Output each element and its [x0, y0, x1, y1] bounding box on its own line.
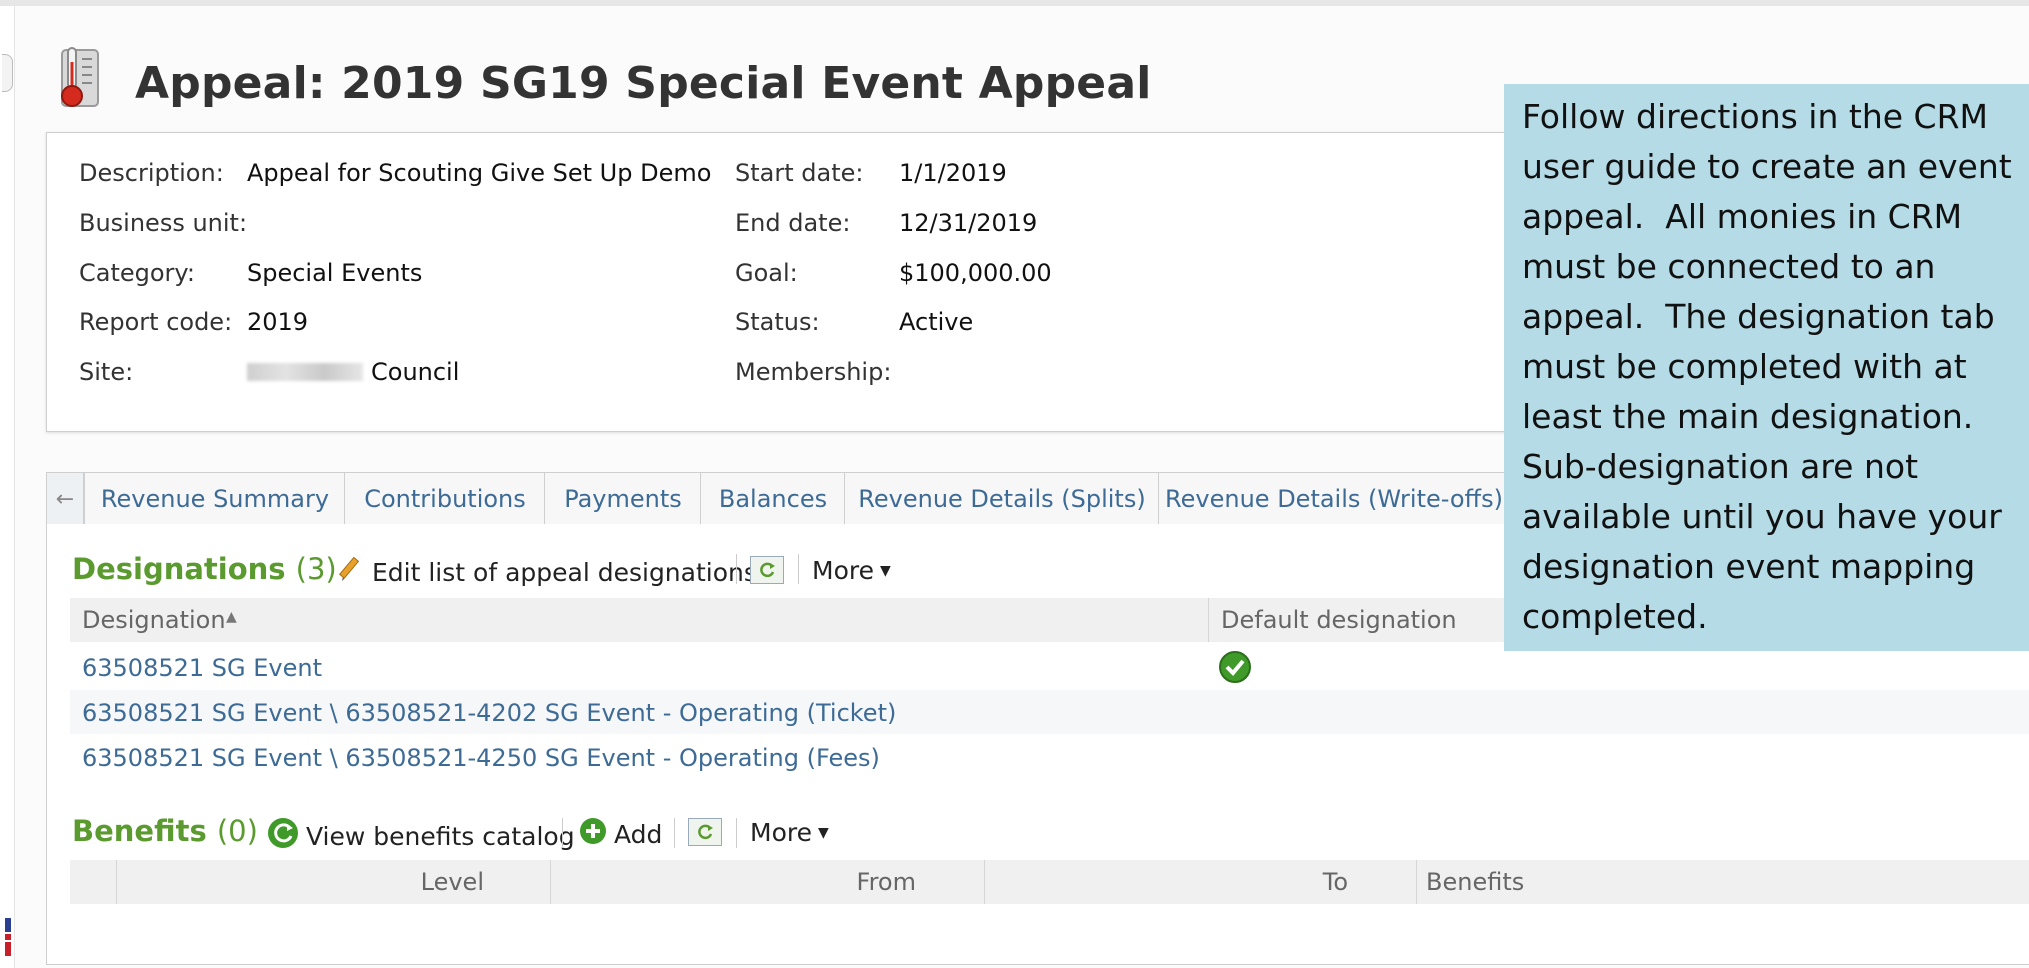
- pencil-icon: [338, 555, 366, 589]
- default-designation-column-label: Default designation: [1221, 606, 1457, 634]
- left-edge: [0, 6, 14, 968]
- category-label: Category:: [79, 259, 195, 287]
- report-code-value: 2019: [247, 308, 309, 336]
- level-column-header[interactable]: Level: [421, 868, 484, 896]
- collapse-handle-icon[interactable]: [2, 54, 13, 92]
- benefits-title-text: Benefits: [72, 814, 207, 848]
- designation-link[interactable]: 63508521 SG Event \ 63508521-4250 SG Eve…: [82, 744, 880, 772]
- edit-designations-button[interactable]: Edit list of appeal designations: [338, 555, 757, 589]
- benefits-more-menu[interactable]: More ▼: [750, 818, 829, 847]
- add-icon: [578, 816, 608, 852]
- business-unit-label: Business unit:: [79, 209, 248, 237]
- catalog-refresh-icon: [266, 816, 300, 856]
- tab-balances[interactable]: Balances: [700, 472, 846, 525]
- site-value-text: Council: [371, 358, 460, 386]
- site-label: Site:: [79, 358, 134, 386]
- instruction-callout: Follow directions in the CRM user guide …: [1504, 84, 2029, 651]
- designations-count: (3): [295, 552, 337, 586]
- edit-designations-label: Edit list of appeal designations: [372, 557, 757, 587]
- table-row[interactable]: 63508521 SG Event: [82, 654, 322, 682]
- tab-revenue-summary[interactable]: Revenue Summary: [84, 472, 346, 525]
- table-row[interactable]: 63508521 SG Event \ 63508521-4202 SG Eve…: [82, 699, 896, 727]
- category-value: Special Events: [247, 259, 423, 287]
- status-label: Status:: [735, 308, 820, 336]
- toolbar-separator: [736, 818, 737, 848]
- designation-column-label: Designation: [82, 606, 226, 634]
- page-title: Appeal: 2019 SG19 Special Event Appeal: [135, 58, 1152, 109]
- column-divider: [984, 860, 985, 904]
- toolbar-separator: [736, 554, 737, 584]
- benefits-more-label: More: [750, 818, 812, 847]
- description-value: Appeal for Scouting Give Set Up Demo: [247, 159, 712, 187]
- view-benefits-catalog-button[interactable]: View benefits catalog: [266, 816, 575, 856]
- designation-column-header[interactable]: Designation ▲: [70, 598, 1208, 642]
- flag-icon: [4, 916, 14, 960]
- start-date-label: Start date:: [735, 159, 864, 187]
- tab-payments[interactable]: Payments: [544, 472, 702, 525]
- report-code-label: Report code:: [79, 308, 233, 336]
- thermometer-icon: [50, 44, 116, 116]
- designations-more-label: More: [812, 556, 874, 585]
- end-date-value: 12/31/2019: [899, 209, 1038, 237]
- benefits-count: (0): [216, 814, 258, 848]
- to-column-header[interactable]: To: [1323, 868, 1348, 896]
- start-date-value: 1/1/2019: [899, 159, 1007, 187]
- toolbar-separator: [562, 818, 563, 848]
- tab-contributions[interactable]: Contributions: [344, 472, 546, 525]
- tab-revenue-details-write-offs[interactable]: Revenue Details (Write-offs): [1158, 472, 1510, 525]
- refresh-icon[interactable]: [688, 818, 722, 846]
- designation-link[interactable]: 63508521 SG Event: [82, 654, 322, 682]
- site-value: Council: [247, 358, 459, 386]
- column-divider: [550, 860, 551, 904]
- toolbar-separator: [674, 818, 675, 848]
- refresh-icon[interactable]: [750, 556, 784, 584]
- description-label: Description:: [79, 159, 224, 187]
- designations-more-menu[interactable]: More ▼: [812, 556, 891, 585]
- redacted-site-name: [247, 363, 363, 381]
- sort-ascending-icon: ▲: [226, 609, 237, 625]
- designations-title-text: Designations: [72, 552, 286, 586]
- benefits-column-header[interactable]: Benefits: [1426, 868, 1524, 896]
- column-divider: [116, 860, 117, 904]
- designations-title: Designations (3): [72, 552, 337, 586]
- caret-down-icon: ▼: [879, 562, 891, 579]
- default-check-icon: [1218, 650, 1252, 688]
- benefits-title: Benefits (0): [72, 814, 258, 848]
- goal-value: $100,000.00: [899, 259, 1052, 287]
- column-divider: [1416, 860, 1417, 904]
- benefits-grid-header: Level From To Benefits: [70, 860, 2029, 904]
- tab-revenue-details-splits[interactable]: Revenue Details (Splits): [844, 472, 1160, 525]
- membership-label: Membership:: [735, 358, 892, 386]
- status-value: Active: [899, 308, 974, 336]
- caret-down-icon: ▼: [817, 824, 829, 841]
- from-column-header[interactable]: From: [857, 868, 916, 896]
- view-benefits-catalog-label: View benefits catalog: [306, 821, 575, 851]
- table-row[interactable]: 63508521 SG Event \ 63508521-4250 SG Eve…: [82, 744, 880, 772]
- toolbar-separator: [798, 554, 799, 584]
- add-benefit-button[interactable]: Add: [578, 816, 662, 852]
- end-date-label: End date:: [735, 209, 851, 237]
- goal-label: Goal:: [735, 259, 798, 287]
- designation-link[interactable]: 63508521 SG Event \ 63508521-4202 SG Eve…: [82, 699, 896, 727]
- add-benefit-label: Add: [614, 819, 663, 849]
- tab-scroll-left-icon[interactable]: ←: [46, 472, 84, 525]
